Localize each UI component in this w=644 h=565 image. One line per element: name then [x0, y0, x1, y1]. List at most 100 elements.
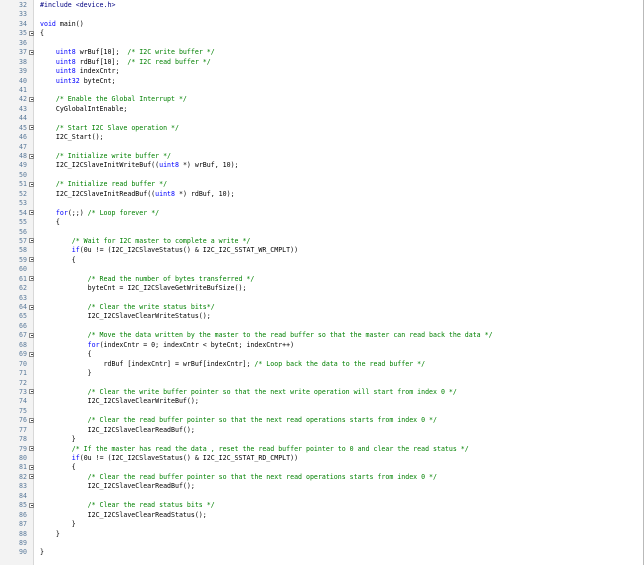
code-token: byteCnt = I2C_I2CSlaveGetWriteBufSize();: [87, 284, 247, 293]
code-keyword: for: [87, 340, 100, 349]
code-line[interactable]: 36: [0, 39, 644, 48]
code-line[interactable]: 60: [0, 265, 644, 274]
collapse-toggle-icon[interactable]: [29, 474, 34, 480]
collapse-toggle-icon[interactable]: [29, 125, 34, 131]
code-line[interactable]: 66: [0, 322, 644, 331]
code-line[interactable]: 76 /* Clear the read buffer pointer so t…: [0, 416, 644, 425]
code-line[interactable]: 57 /* Wait for I2C master to complete a …: [0, 237, 644, 246]
code-line[interactable]: 84: [0, 492, 644, 501]
code-line[interactable]: 70 rdBuf [indexCntr] = wrBuf[indexCntr];…: [0, 360, 644, 369]
code-line[interactable]: 34 void main(): [0, 20, 644, 29]
collapse-toggle-icon[interactable]: [29, 351, 34, 357]
code-line[interactable]: 75: [0, 407, 644, 416]
code-line[interactable]: 88 }: [0, 530, 644, 539]
code-line[interactable]: 63: [0, 294, 644, 303]
collapse-toggle-icon[interactable]: [29, 238, 34, 244]
code-line[interactable]: 48 /* Initialize write buffer */: [0, 152, 644, 161]
code-text: {: [40, 29, 44, 38]
code-line[interactable]: 78 }: [0, 435, 644, 444]
code-editor[interactable]: 32 #include <device.h> 33 34 void main() 35 {3…: [0, 0, 644, 565]
code-line[interactable]: 46 I2C_Start();: [0, 133, 644, 142]
code-token: }: [55, 529, 60, 538]
code-line[interactable]: 38 uint8 rdBuf[10]; /* I2C read buffer *…: [0, 58, 644, 67]
code-line[interactable]: 39 uint8 indexCntr;: [0, 67, 644, 76]
code-line[interactable]: 54 for(;;) /* Loop forever */: [0, 209, 644, 218]
code-line[interactable]: 87 }: [0, 520, 644, 529]
code-line[interactable]: 37 uint8 wrBuf[10]; /* I2C write buffer …: [0, 48, 644, 57]
code-keyword: if: [71, 454, 80, 462]
code-line[interactable]: 44: [0, 114, 644, 123]
code-line[interactable]: 55 {: [0, 218, 644, 227]
code-line[interactable]: 61 /* Read the number of bytes transferr…: [0, 275, 644, 284]
code-line[interactable]: 80 if(0u != (I2C_I2CSlaveStatus() & I2C_…: [0, 454, 644, 463]
line-number: 52: [19, 189, 27, 198]
collapse-toggle-icon[interactable]: [29, 30, 34, 36]
code-line[interactable]: 68 for(indexCntr = 0; indexCntr < byteCn…: [0, 341, 644, 350]
code-line[interactable]: 65 I2C_I2CSlaveClearWriteStatus();: [0, 312, 644, 321]
collapse-toggle-icon[interactable]: [29, 446, 34, 452]
collapse-toggle-icon[interactable]: [29, 96, 34, 102]
code-line[interactable]: 43 CyGlobalIntEnable;: [0, 105, 644, 114]
code-line[interactable]: 42 /* Enable the Global Interrupt */: [0, 95, 644, 104]
code-line[interactable]: 50: [0, 171, 644, 180]
code-line[interactable]: 85 /* Clear the read status bits */: [0, 501, 644, 510]
code-line[interactable]: 49 I2C_I2CSlaveInitWriteBuf((uint8 *) wr…: [0, 161, 644, 170]
code-text: uint8 indexCntr;: [40, 67, 120, 76]
code-line[interactable]: 62 byteCnt = I2C_I2CSlaveGetWriteBufSize…: [0, 284, 644, 293]
collapse-toggle-icon[interactable]: [29, 153, 34, 159]
code-line[interactable]: 82 /* Clear the read buffer pointer so t…: [0, 473, 644, 482]
code-line[interactable]: 89: [0, 539, 644, 548]
code-line[interactable]: 47: [0, 143, 644, 152]
code-line[interactable]: 67 /* Move the data written by the maste…: [0, 331, 644, 340]
code-comment: /* Read the number of bytes transferred …: [87, 274, 255, 283]
collapse-toggle-icon[interactable]: [29, 417, 34, 423]
code-line[interactable]: 53: [0, 199, 644, 208]
code-line[interactable]: 58 if(0u != (I2C_I2CSlaveStatus() & I2C_…: [0, 246, 644, 255]
code-line[interactable]: 45 /* Start I2C Slave operation */: [0, 124, 644, 133]
code-text: }: [40, 369, 92, 378]
code-line[interactable]: 71 }: [0, 369, 644, 378]
code-line[interactable]: 64 /* Clear the write status bits*/: [0, 303, 644, 312]
collapse-toggle-icon[interactable]: [29, 332, 34, 338]
code-line[interactable]: 59 {: [0, 256, 644, 265]
code-line[interactable]: 72: [0, 379, 644, 388]
code-line[interactable]: 73 /* Clear the write buffer pointer so …: [0, 388, 644, 397]
code-text: }: [40, 530, 60, 539]
code-comment: /* I2C read buffer */: [127, 57, 211, 66]
code-token: I2C_I2CSlaveClearReadBuf();: [87, 482, 195, 491]
code-line[interactable]: 86 I2C_I2CSlaveClearReadStatus();: [0, 511, 644, 520]
code-comment: /* Wait for I2C master to complete a wri…: [71, 236, 251, 245]
code-line[interactable]: 51 /* Initialize read buffer */: [0, 180, 644, 189]
collapse-toggle-icon[interactable]: [29, 304, 34, 310]
code-line[interactable]: 90}: [0, 548, 644, 557]
line-number: 86: [19, 510, 27, 519]
code-token: I2C_I2CSlaveInitReadBuf((: [55, 189, 156, 198]
collapse-toggle-icon[interactable]: [29, 464, 34, 470]
line-number: 70: [19, 359, 27, 368]
collapse-toggle-icon[interactable]: [29, 181, 34, 187]
collapse-toggle-icon[interactable]: [29, 276, 34, 282]
code-token: wrBuf[10];: [75, 48, 128, 57]
code-line[interactable]: 32 #include <device.h>: [0, 1, 644, 10]
code-token: I2C_Start();: [55, 133, 104, 142]
code-line[interactable]: 81 {: [0, 463, 644, 472]
code-line[interactable]: 77 I2C_I2CSlaveClearReadBuf();: [0, 426, 644, 435]
collapse-toggle-icon[interactable]: [29, 389, 34, 395]
code-line[interactable]: 41: [0, 86, 644, 95]
collapse-toggle-icon[interactable]: [29, 49, 34, 55]
collapse-toggle-icon[interactable]: [29, 502, 34, 508]
code-line[interactable]: 69 {: [0, 350, 644, 359]
code-line[interactable]: 56: [0, 228, 644, 237]
code-text: I2C_I2CSlaveClearWriteStatus();: [40, 312, 211, 321]
code-comment: /* Move the data written by the master t…: [87, 331, 493, 340]
code-line[interactable]: 83 I2C_I2CSlaveClearReadBuf();: [0, 482, 644, 491]
code-line[interactable]: 33: [0, 10, 644, 19]
code-line[interactable]: 79 /* If the master has read the data , …: [0, 445, 644, 454]
code-token: {: [71, 255, 76, 264]
code-line[interactable]: 52 I2C_I2CSlaveInitReadBuf((uint8 *) rdB…: [0, 190, 644, 199]
code-line[interactable]: 40 uint32 byteCnt;: [0, 77, 644, 86]
code-line[interactable]: 35 {: [0, 29, 644, 38]
code-line[interactable]: 74 I2C_I2CSlaveClearWriteBuf();: [0, 397, 644, 406]
collapse-toggle-icon[interactable]: [29, 257, 34, 263]
collapse-toggle-icon[interactable]: [29, 210, 34, 216]
